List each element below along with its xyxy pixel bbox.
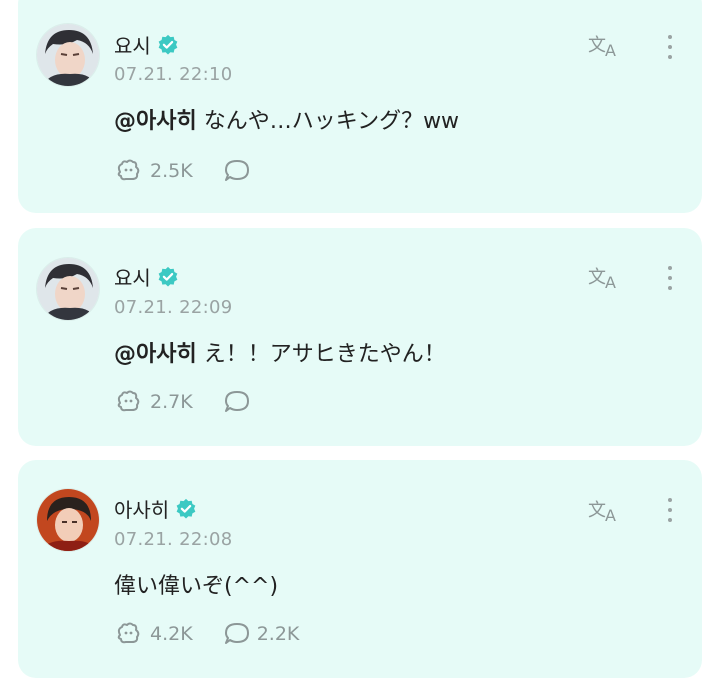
translate-icon[interactable]: 文 A xyxy=(588,264,624,290)
mention-link[interactable]: @아사히 xyxy=(114,109,197,134)
svg-text:文: 文 xyxy=(588,35,606,56)
post-timestamp: 07.21. 22:10 xyxy=(114,64,233,85)
avatar[interactable] xyxy=(37,24,99,86)
like-count: 2.5K xyxy=(150,160,193,182)
svg-text:文: 文 xyxy=(588,500,606,521)
author-name[interactable]: 요시 xyxy=(114,30,151,59)
post-card: 요시 07.21. 22:10 @아사히 なんや…ハッキング？ww 2.5K 文… xyxy=(18,0,702,213)
author-name[interactable]: 아사히 xyxy=(114,494,169,523)
more-vertical-icon[interactable] xyxy=(664,496,676,526)
verified-badge-icon xyxy=(158,266,178,287)
post-timestamp: 07.21. 22:08 xyxy=(114,529,233,550)
post-actions: 2.7K xyxy=(114,389,287,415)
post-timestamp: 07.21. 22:09 xyxy=(114,297,233,318)
translate-icon[interactable]: 文 A xyxy=(588,497,624,523)
like-button[interactable]: 4.2K xyxy=(114,621,193,647)
post-body: なんや…ハッキング？ww xyxy=(196,109,460,134)
svg-text:A: A xyxy=(605,506,616,523)
author-row: 요시 xyxy=(114,262,179,291)
comment-bubble-icon xyxy=(224,623,249,644)
post-card: 아사히 07.21. 22:08 偉い偉いぞ(^^) 4.2K 2.2K 文 A xyxy=(18,460,702,678)
bear-paw-icon xyxy=(117,390,140,412)
svg-text:A: A xyxy=(605,41,616,58)
post-card: 요시 07.21. 22:09 @아사히 え！！アサヒきたやん！ 2.7K 文 … xyxy=(18,228,702,446)
like-count: 4.2K xyxy=(150,623,193,645)
post-body: え！！アサヒきたやん！ xyxy=(196,342,446,367)
comment-count: 2.2K xyxy=(256,623,300,645)
comment-button[interactable] xyxy=(223,389,257,415)
svg-text:A: A xyxy=(605,273,616,290)
bear-paw-icon xyxy=(117,622,140,644)
post-text: 偉い偉いぞ(^^) xyxy=(114,568,278,600)
author-name[interactable]: 요시 xyxy=(114,262,151,291)
post-body: 偉い偉いぞ(^^) xyxy=(114,574,279,599)
more-vertical-icon[interactable] xyxy=(664,33,676,63)
svg-text:文: 文 xyxy=(588,267,606,288)
bear-paw-icon xyxy=(117,159,140,181)
like-button[interactable]: 2.7K xyxy=(114,389,193,415)
translate-icon[interactable]: 文 A xyxy=(588,32,624,58)
author-row: 아사히 xyxy=(114,494,197,523)
post-text: @아사히 なんや…ハッキング？ww xyxy=(114,103,459,135)
comment-button[interactable] xyxy=(223,158,257,184)
post-actions: 4.2K 2.2K xyxy=(114,621,329,647)
like-button[interactable]: 2.5K xyxy=(114,158,193,184)
mention-link[interactable]: @아사히 xyxy=(114,342,197,367)
verified-badge-icon xyxy=(176,498,196,519)
avatar[interactable] xyxy=(37,489,99,551)
comment-button[interactable]: 2.2K xyxy=(223,621,300,647)
more-vertical-icon[interactable] xyxy=(664,264,676,294)
comment-bubble-icon xyxy=(224,160,249,181)
author-row: 요시 xyxy=(114,30,179,59)
avatar[interactable] xyxy=(37,258,99,320)
post-text: @아사히 え！！アサヒきたやん！ xyxy=(114,336,446,368)
verified-badge-icon xyxy=(158,34,178,55)
like-count: 2.7K xyxy=(150,391,193,413)
post-actions: 2.5K xyxy=(114,158,287,184)
comment-bubble-icon xyxy=(224,391,249,412)
